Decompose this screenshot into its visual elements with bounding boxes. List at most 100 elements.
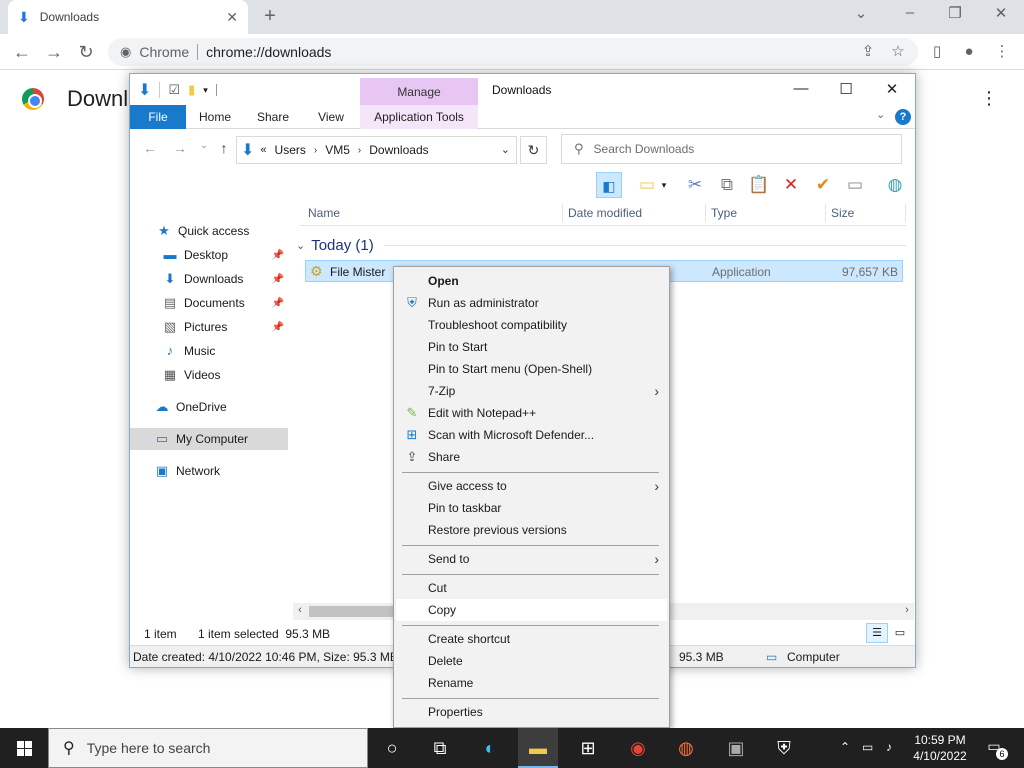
nav-item-downloads[interactable]: ⬇ Downloads 📌 — [130, 268, 288, 290]
chrome-tab-downloads[interactable]: ⬇ Downloads ✕ — [8, 0, 248, 34]
close-window-button[interactable]: ✕ — [877, 80, 907, 98]
chevron-right-icon[interactable]: › — [358, 145, 361, 156]
star-icon[interactable]: ☆ — [888, 42, 908, 62]
start-button[interactable] — [0, 728, 48, 768]
globe-icon[interactable]: ◍ — [882, 172, 908, 198]
chevron-down-icon[interactable]: ⌄ — [846, 4, 876, 22]
column-header-date[interactable]: Date modified — [568, 206, 642, 220]
menu-item-open[interactable]: Open — [396, 270, 667, 292]
chevron-up-icon[interactable]: ⌃ — [840, 740, 850, 754]
menu-item-copy[interactable]: Copy — [396, 599, 667, 621]
menu-item-rename[interactable]: Rename — [396, 672, 667, 694]
column-divider[interactable] — [825, 204, 826, 222]
network-icon[interactable]: ▭ — [862, 740, 873, 754]
menu-item-create-shortcut[interactable]: Create shortcut — [396, 628, 667, 650]
refresh-button[interactable]: ↻ — [520, 136, 547, 164]
new-tab-button[interactable]: + — [258, 4, 282, 30]
manage-context-tab[interactable]: Manage — [360, 78, 478, 106]
delete-icon[interactable]: ✕ — [778, 172, 804, 198]
chevron-down-icon[interactable]: ⌄ — [194, 140, 214, 151]
chrome-icon[interactable]: ◉ — [618, 728, 658, 768]
nav-item-pictures[interactable]: ▧ Pictures 📌 — [130, 316, 288, 338]
back-button[interactable]: ← — [140, 140, 160, 156]
address-box[interactable]: ⬇ « Users › VM5 › Downloads ⌄ — [236, 136, 517, 164]
breadcrumb-vm5[interactable]: VM5 — [325, 143, 350, 157]
copy-icon[interactable]: ⧉ — [714, 172, 740, 198]
volume-icon[interactable]: ♪ — [886, 740, 892, 754]
chevron-down-icon[interactable]: ⌄ — [876, 108, 885, 121]
menu-item-cut[interactable]: Cut — [396, 577, 667, 599]
forward-button[interactable]: → — [170, 140, 190, 156]
help-icon[interactable]: ? — [895, 109, 911, 125]
omnibox[interactable]: ◉ Chrome chrome://downloads — [108, 38, 918, 66]
details-view-icon[interactable]: ☰ — [866, 623, 888, 643]
cortana-icon[interactable]: ○ — [372, 728, 412, 768]
column-divider[interactable] — [905, 204, 906, 222]
close-icon[interactable]: ✕ — [226, 9, 238, 26]
chevron-down-icon[interactable]: ⌄ — [296, 239, 305, 252]
tab-home[interactable]: Home — [192, 105, 238, 129]
nav-item-onedrive[interactable]: ☁ OneDrive — [130, 396, 288, 418]
menu-item-send-to[interactable]: Send to › — [396, 548, 667, 570]
menu-item-run-as-administrator[interactable]: ⛨ Run as administrator — [396, 292, 667, 314]
menu-item-7zip[interactable]: 7-Zip › — [396, 380, 667, 402]
menu-item-delete[interactable]: Delete — [396, 650, 667, 672]
clock[interactable]: 10:59 PM 4/10/2022 — [908, 732, 972, 764]
breadcrumb-users[interactable]: Users — [275, 143, 306, 157]
notification-icon[interactable]: ▭ 6 — [982, 738, 1008, 760]
taskbar-search-input[interactable]: ⚲ Type here to search — [48, 728, 368, 768]
checkmark-icon[interactable]: ✔ — [810, 172, 836, 198]
breadcrumb-downloads[interactable]: Downloads — [369, 143, 428, 157]
profile-avatar-icon[interactable]: ● — [959, 42, 979, 62]
menu-item-scan-defender[interactable]: ⊞ Scan with Microsoft Defender... — [396, 424, 667, 446]
menu-item-give-access[interactable]: Give access to › — [396, 475, 667, 497]
tab-application-tools[interactable]: Application Tools — [360, 105, 478, 129]
menu-item-troubleshoot[interactable]: Troubleshoot compatibility — [396, 314, 667, 336]
nav-item-network[interactable]: ▣ Network — [130, 460, 288, 482]
chevron-down-icon[interactable]: ▾ — [658, 172, 670, 198]
column-divider[interactable] — [562, 204, 563, 222]
minimize-button[interactable]: — — [786, 80, 816, 97]
reload-button[interactable]: ↻ — [74, 40, 98, 64]
column-header-type[interactable]: Type — [711, 206, 737, 220]
preview-pane-icon[interactable]: ◧ — [596, 172, 622, 198]
menu-item-edit-notepad[interactable]: ✎ Edit with Notepad++ — [396, 402, 667, 424]
store-icon[interactable]: ⊞ — [568, 728, 608, 768]
paste-icon[interactable]: 📋 — [746, 172, 772, 198]
pin-icon[interactable]: 📌 — [272, 322, 284, 333]
nav-item-my-computer[interactable]: ▭ My Computer — [130, 428, 288, 450]
more-options-icon[interactable]: ⋮ — [980, 88, 998, 109]
app-icon[interactable]: ▣ — [716, 728, 756, 768]
menu-item-pin-to-taskbar[interactable]: Pin to taskbar — [396, 497, 667, 519]
cut-icon[interactable]: ✂ — [682, 172, 708, 198]
nav-item-videos[interactable]: ▦ Videos — [130, 364, 288, 386]
file-explorer-icon[interactable]: ▬ — [518, 728, 558, 768]
minimize-button[interactable]: – — [895, 4, 925, 21]
pin-icon[interactable]: 📌 — [272, 250, 284, 261]
rename-icon[interactable]: ▭ — [842, 172, 868, 198]
pin-icon[interactable]: 📌 — [272, 274, 284, 285]
nav-item-quick-access[interactable]: ★ Quick access — [130, 220, 288, 242]
nav-item-documents[interactable]: ▤ Documents 📌 — [130, 292, 288, 314]
breadcrumb-prefix[interactable]: « — [260, 144, 266, 156]
nav-item-desktop[interactable]: ▬ Desktop 📌 — [130, 244, 288, 266]
chevron-down-icon[interactable]: ▾ — [203, 85, 208, 96]
share-icon[interactable]: ⇪ — [858, 42, 878, 62]
column-header-name[interactable]: Name — [308, 206, 340, 220]
side-panel-icon[interactable]: ▯ — [927, 42, 947, 62]
tab-view[interactable]: View — [308, 105, 354, 129]
search-input[interactable]: ⚲ Search Downloads — [561, 134, 902, 164]
tab-file[interactable]: File — [130, 105, 186, 129]
menu-item-share[interactable]: ⇪ Share — [396, 446, 667, 468]
nav-item-music[interactable]: ♪ Music — [130, 340, 288, 362]
properties-icon[interactable]: ☑ — [168, 82, 180, 98]
chevron-right-icon[interactable]: › — [314, 145, 317, 156]
menu-item-pin-to-start[interactable]: Pin to Start — [396, 336, 667, 358]
chevron-left-icon[interactable]: ‹ — [293, 604, 307, 616]
back-button[interactable]: ← — [10, 40, 34, 64]
menu-item-properties[interactable]: Properties — [396, 701, 667, 723]
column-header-size[interactable]: Size — [831, 206, 854, 220]
large-icons-view-icon[interactable]: ▭ — [889, 623, 911, 643]
task-view-icon[interactable]: ⧉ — [420, 728, 460, 768]
restore-button[interactable]: ❐ — [940, 4, 970, 22]
